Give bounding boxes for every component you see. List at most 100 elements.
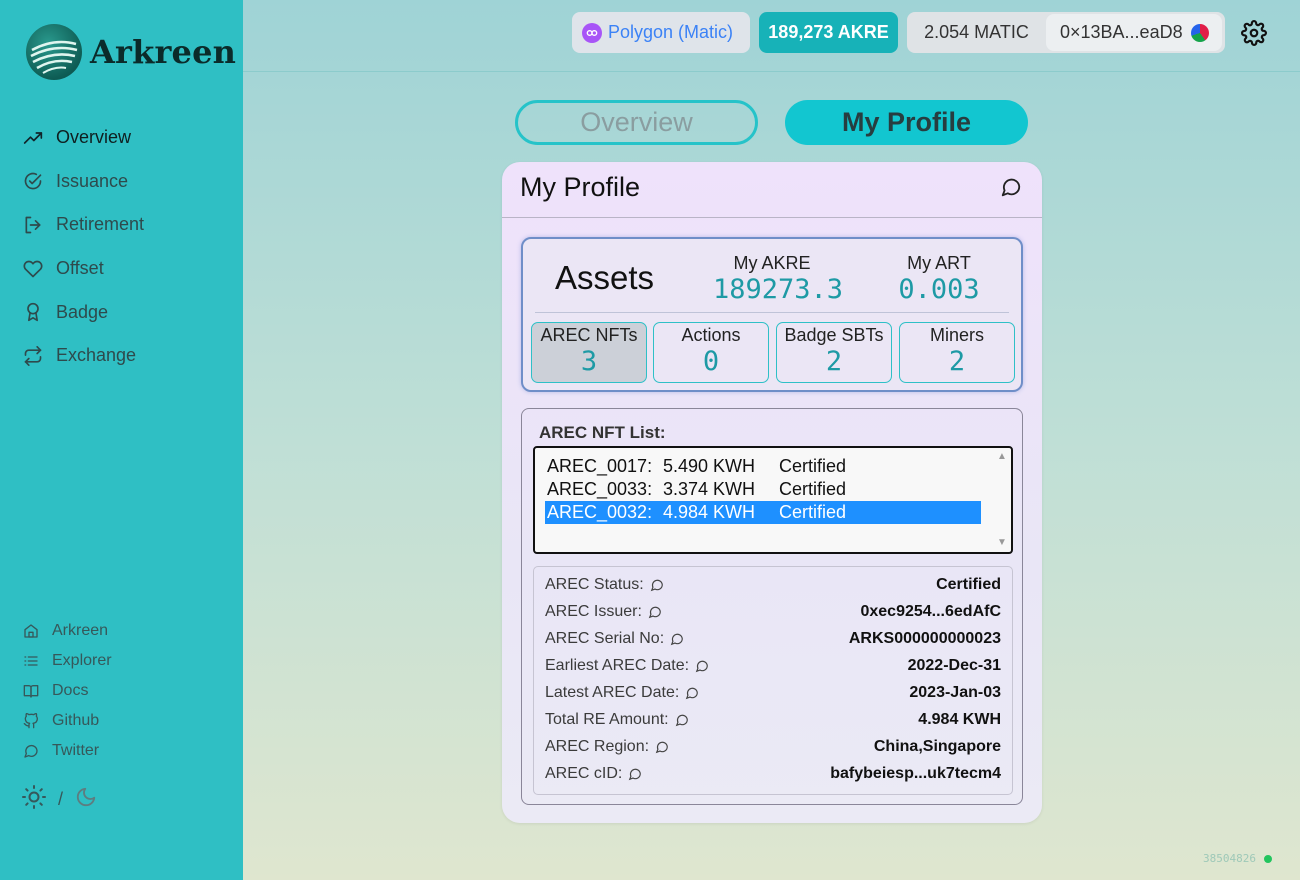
list-icon: [22, 652, 40, 670]
stat-value: 0.003: [898, 274, 980, 305]
detail-label: AREC Status:: [545, 575, 644, 593]
tile-arec-nfts[interactable]: AREC NFTs 3: [531, 322, 647, 383]
detail-value: 2022-Dec-31: [907, 656, 1001, 674]
chat-icon[interactable]: [628, 767, 642, 781]
detail-value: Certified: [936, 575, 1001, 593]
link-twitter[interactable]: Twitter: [22, 736, 112, 766]
assets-title: Assets: [555, 259, 655, 296]
detail-row-earliest-date: Earliest AREC Date: 2022-Dec-31: [534, 652, 1012, 679]
link-github[interactable]: Github: [22, 706, 112, 736]
link-label: Twitter: [52, 742, 100, 759]
stat-value: 189273.3: [713, 274, 844, 305]
nft-status: Certified: [779, 479, 847, 499]
list-item[interactable]: AREC_0017: 5.490 KWH Certified: [545, 455, 981, 478]
chat-icon: [22, 742, 40, 760]
polygon-icon: [582, 22, 602, 43]
sidebar: Arkreen Overview Issuance Retirement Off…: [0, 0, 243, 880]
akre-balance-button[interactable]: 189,273 AKRE: [759, 12, 898, 53]
detail-label: Total RE Amount:: [545, 710, 669, 728]
card-title: My Profile: [520, 172, 641, 202]
arec-nft-listbox[interactable]: AREC_0017: 5.490 KWH Certified AREC_0033…: [533, 446, 1013, 554]
home-icon: [22, 622, 40, 640]
detail-row-cid: AREC cID: bafybeiesp...uk7tecm4: [534, 760, 1012, 787]
chat-icon[interactable]: [685, 686, 699, 700]
chat-icon[interactable]: [650, 578, 664, 592]
sidebar-item-label: Overview: [56, 127, 132, 148]
tile-badge-sbts[interactable]: Badge SBTs 2: [776, 322, 892, 383]
tile-label: Badge SBTs: [784, 325, 884, 345]
arkreen-logo-icon: [26, 24, 82, 80]
detail-value: China,Singapore: [873, 737, 1001, 755]
list-item-selected[interactable]: AREC_0032: 4.984 KWH Certified: [545, 501, 981, 524]
sidebar-item-label: Issuance: [56, 170, 129, 191]
brand-logo[interactable]: Arkreen: [26, 24, 236, 80]
detail-label: AREC Serial No:: [545, 629, 665, 647]
tile-value: 3: [580, 346, 598, 377]
network-selector[interactable]: Polygon (Matic): [572, 12, 750, 53]
chat-icon[interactable]: [648, 605, 662, 619]
block-number: 38504826: [1203, 852, 1256, 865]
wallet-chip[interactable]: 2.054 MATIC 0×13BA...eaD8: [907, 12, 1225, 53]
chat-icon[interactable]: [670, 632, 684, 646]
sidebar-item-label: Offset: [56, 258, 104, 279]
tile-actions[interactable]: Actions 0: [653, 322, 769, 383]
tab-overview[interactable]: Overview: [515, 100, 758, 145]
nft-amount: 5.490 KWH: [663, 456, 756, 476]
chat-icon[interactable]: [655, 740, 669, 754]
sidebar-item-label: Badge: [56, 301, 109, 322]
detail-label: AREC Issuer:: [545, 602, 642, 620]
wallet-address-button[interactable]: 0×13BA...eaD8: [1046, 14, 1222, 51]
link-explorer[interactable]: Explorer: [22, 646, 112, 676]
detail-label: Latest AREC Date:: [545, 683, 680, 701]
gear-icon[interactable]: [1241, 20, 1267, 46]
arec-nft-panel: AREC NFT List: AREC_0017: 5.490 KWH Cert…: [521, 408, 1023, 805]
tile-label: AREC NFTs: [540, 325, 638, 345]
chat-icon[interactable]: [1000, 176, 1022, 198]
stat-label: My ART: [907, 253, 971, 273]
moon-icon[interactable]: [75, 786, 97, 813]
detail-row-status: AREC Status: Certified: [534, 571, 1012, 598]
detail-value: 0xec9254...6edAfC: [860, 602, 1001, 620]
theme-separator: /: [58, 789, 64, 809]
sidebar-item-exchange[interactable]: Exchange: [22, 334, 144, 378]
link-label: Docs: [52, 682, 89, 699]
detail-value: bafybeiesp...uk7tecm4: [830, 764, 1001, 782]
assets-divider: [535, 312, 1009, 313]
link-arkreen[interactable]: Arkreen: [22, 616, 112, 646]
my-akre-stat: My AKRE 189273.3: [713, 253, 844, 305]
nft-id: AREC_0032:: [547, 502, 653, 522]
sun-icon[interactable]: [22, 785, 46, 814]
chat-icon[interactable]: [695, 659, 709, 673]
tab-my-profile[interactable]: My Profile: [785, 100, 1028, 145]
tile-value: 2: [825, 346, 843, 377]
detail-row-serial: AREC Serial No: ARKS000000000023: [534, 625, 1012, 652]
sidebar-item-overview[interactable]: Overview: [22, 116, 144, 160]
list-item[interactable]: AREC_0033: 3.374 KWH Certified: [545, 478, 981, 501]
sidebar-item-issuance[interactable]: Issuance: [22, 160, 144, 204]
nft-id: AREC_0033:: [547, 479, 653, 499]
heart-icon: [22, 258, 44, 280]
status-dot-icon: [1263, 854, 1272, 863]
sidebar-item-retirement[interactable]: Retirement: [22, 203, 144, 247]
detail-row-region: AREC Region: China,Singapore: [534, 733, 1012, 760]
tile-label: Miners: [929, 325, 984, 345]
link-docs[interactable]: Docs: [22, 676, 112, 706]
sidebar-item-badge[interactable]: Badge: [22, 290, 144, 334]
link-label: Explorer: [52, 652, 112, 669]
nft-list-label: AREC NFT List:: [539, 423, 666, 442]
tile-value: 2: [948, 346, 966, 377]
scroll-up-arrow-icon[interactable]: ▲: [997, 452, 1007, 462]
wallet-address: 0×13BA...eaD8: [1060, 22, 1183, 42]
trending-up-icon: [22, 127, 44, 149]
profile-card: My Profile Assets My AKRE 189273.3 My AR…: [502, 162, 1042, 823]
chat-icon[interactable]: [675, 713, 689, 727]
link-label: Arkreen: [52, 622, 109, 639]
card-divider: [502, 217, 1042, 218]
sidebar-item-offset[interactable]: Offset: [22, 247, 144, 291]
nft-amount: 3.374 KWH: [663, 479, 756, 499]
tile-miners[interactable]: Miners 2: [899, 322, 1015, 383]
detail-row-total-amount: Total RE Amount: 4.984 KWH: [534, 706, 1012, 733]
scroll-down-arrow-icon[interactable]: ▼: [997, 538, 1007, 548]
log-out-icon: [22, 214, 44, 236]
repeat-icon: [22, 345, 44, 367]
